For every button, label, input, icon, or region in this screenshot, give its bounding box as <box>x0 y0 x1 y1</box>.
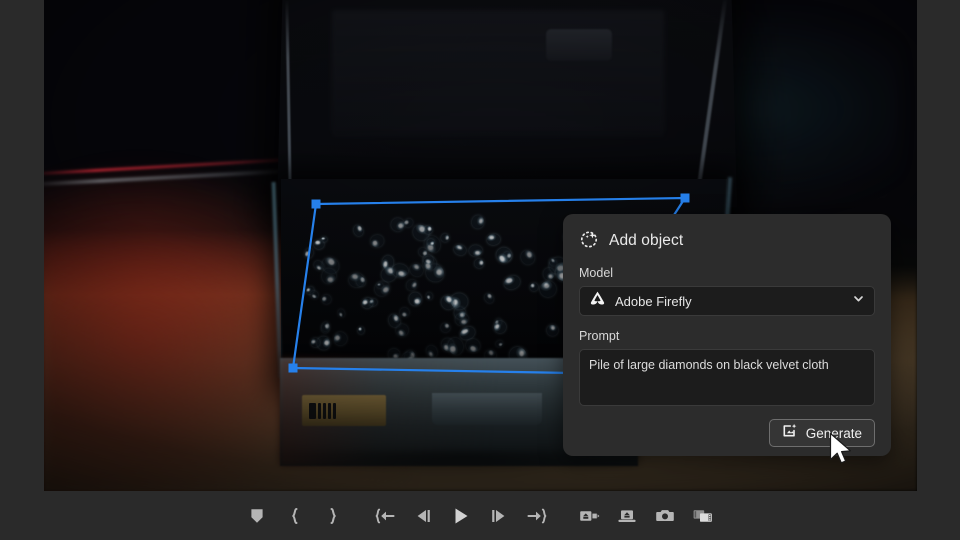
step-back-button[interactable] <box>404 501 442 531</box>
comparison-view-icon <box>693 509 712 522</box>
application-window: Add object Model Adobe Firefly Prompt Pi… <box>0 0 960 540</box>
add-object-panel: Add object Model Adobe Firefly Prompt Pi… <box>563 214 891 456</box>
prompt-field-label: Prompt <box>579 329 620 343</box>
mark-out-button[interactable] <box>314 501 352 531</box>
marker-shield-icon <box>251 508 263 523</box>
play-button[interactable] <box>442 501 480 531</box>
sparkle-selection-icon <box>579 229 599 254</box>
generate-sparkle-image-icon <box>782 423 798 444</box>
marker-group <box>238 501 352 531</box>
generate-button-label: Generate <box>805 425 862 441</box>
skip-to-start-icon <box>375 508 395 523</box>
skip-to-end-icon <box>527 508 547 523</box>
camera-icon <box>656 509 674 521</box>
prompt-input-value: Pile of large diamonds on black velvet c… <box>589 358 829 372</box>
overwrite-clip-icon <box>618 509 636 522</box>
model-select-value: Adobe Firefly <box>615 293 692 309</box>
model-select[interactable]: Adobe Firefly <box>579 286 875 316</box>
mark-in-brace-icon <box>292 507 298 524</box>
prompt-input[interactable]: Pile of large diamonds on black velvet c… <box>579 349 875 406</box>
insert-clip-icon <box>580 510 600 521</box>
panel-title: Add object <box>609 232 684 249</box>
insert-edit-button[interactable] <box>570 501 608 531</box>
overwrite-edit-button[interactable] <box>608 501 646 531</box>
add-marker-button[interactable] <box>238 501 276 531</box>
mark-in-button[interactable] <box>276 501 314 531</box>
export-frame-button[interactable] <box>646 501 684 531</box>
adobe-firefly-icon <box>589 290 606 312</box>
comparison-view-button[interactable] <box>684 501 722 531</box>
mark-out-brace-icon <box>330 507 336 524</box>
step-forward-icon <box>492 509 505 522</box>
panel-header: Add object <box>579 228 875 254</box>
generate-button[interactable]: Generate <box>768 419 875 447</box>
model-field-label: Model <box>579 266 614 280</box>
chevron-down-icon <box>852 292 865 310</box>
go-to-out-point-button[interactable] <box>518 501 556 531</box>
go-to-in-point-button[interactable] <box>366 501 404 531</box>
play-icon <box>455 508 468 523</box>
playback-group <box>366 501 556 531</box>
panel-actions: Generate <box>579 419 875 447</box>
step-forward-button[interactable] <box>480 501 518 531</box>
export-group <box>570 501 722 531</box>
playback-toolbar <box>0 491 960 540</box>
step-backward-icon <box>417 509 430 522</box>
